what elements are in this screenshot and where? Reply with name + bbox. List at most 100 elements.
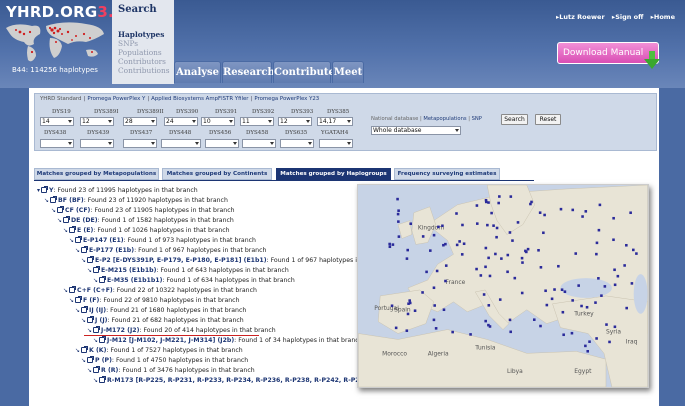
tree-node-label[interactable]: E-M215 (E1b1b) [101, 267, 156, 274]
expand-arrow-icon[interactable]: ↘ [81, 257, 86, 264]
expand-arrow-icon[interactable]: ↘ [63, 287, 68, 294]
haplotype-marker [433, 304, 436, 307]
branch-link-icon[interactable] [87, 256, 95, 263]
tree-node-label[interactable]: IJ (IJ) [89, 307, 106, 314]
branch-link-icon[interactable] [69, 286, 77, 293]
tree-node[interactable]: ↘ R (R): Found 1 of 3476 haplotypes in th… [87, 366, 255, 376]
haplotype-marker [635, 252, 638, 255]
tab-meet[interactable]: Meet [332, 61, 364, 83]
haplotype-marker [612, 216, 615, 220]
branch-link-icon[interactable] [93, 326, 101, 333]
tree-node[interactable]: ↘ E-M35 (E1b1b1): Found 1 of 634 haplotyp… [93, 276, 295, 286]
tree-node-label[interactable]: C+F (C+F) [77, 287, 113, 294]
tree-node-label[interactable]: E-P2 [E-DYS391P, E-P179, E-P180, E-P181]… [95, 257, 267, 264]
branch-link-icon[interactable] [57, 206, 65, 213]
download-manual-button[interactable]: Download Manual [557, 42, 660, 69]
branch-link-icon[interactable] [63, 216, 71, 223]
tab-research[interactable]: Research [222, 61, 275, 83]
tree-node-label[interactable]: J (J) [95, 317, 107, 324]
expand-arrow-icon[interactable]: ▾ [37, 187, 40, 194]
expand-arrow-icon[interactable]: ↘ [87, 267, 92, 274]
tree-node[interactable]: ↘ F (F): Found 22 of 9810 haplotypes in t… [69, 296, 240, 306]
tree-node-label[interactable]: CF (CF) [65, 207, 90, 214]
branch-link-icon[interactable] [41, 186, 49, 193]
branch-link-icon[interactable] [75, 296, 83, 303]
expand-arrow-icon[interactable]: ↘ [87, 327, 92, 334]
tree-node[interactable]: ↘ E-P147 (E1): Found 1 of 973 haplotypes … [69, 236, 256, 246]
branch-link-icon[interactable] [81, 306, 89, 313]
tree-node-label[interactable]: F (F) [83, 297, 99, 304]
menu-item-contributors[interactable]: Contributors [118, 57, 170, 66]
tree-node-count: : Found 1 of 4750 haplotypes in that bra… [111, 357, 249, 364]
tree-node-label[interactable]: R (R) [101, 367, 118, 374]
haplotype-marker [506, 253, 510, 257]
tree-node[interactable]: ↘ BF (BF): Found 23 of 11920 haplotypes i… [44, 196, 228, 206]
menu-item-contributions[interactable]: Contributions [118, 66, 170, 75]
expand-arrow-icon[interactable]: ↘ [75, 307, 80, 314]
tree-node[interactable]: ↘ E (E): Found 1 of 1026 haplotypes in th… [63, 226, 230, 236]
expand-arrow-icon[interactable]: ↘ [69, 237, 74, 244]
tree-node-label[interactable]: E-P177 (E1b) [89, 247, 134, 254]
tree-node[interactable]: ↘ C+F (C+F): Found 22 of 10322 haplotypes… [63, 286, 257, 296]
tree-node[interactable]: ↘ K (K): Found 1 of 7527 haplotypes in th… [75, 346, 243, 356]
tree-node[interactable]: ↘ J (J): Found 21 of 682 haplotypes in th… [81, 316, 244, 326]
expand-arrow-icon[interactable]: ↘ [57, 217, 62, 224]
tree-node-label[interactable]: J-M172 (J2) [101, 327, 139, 334]
tree-node[interactable]: ↘ P (P): Found 1 of 4750 haplotypes in th… [81, 356, 248, 366]
expand-arrow-icon[interactable]: ↘ [51, 207, 56, 214]
tree-node[interactable]: ↘ J-M12 [J-M102, J-M221, J-M314] (J2b): F… [93, 336, 363, 346]
branch-link-icon[interactable] [69, 226, 77, 233]
tree-node-label[interactable]: E-M35 (E1b1b1) [107, 277, 162, 284]
haplotype-marker [597, 228, 601, 232]
menu-item-snps[interactable]: SNPs [118, 39, 170, 48]
expand-arrow-icon[interactable]: ↘ [63, 227, 68, 234]
expand-arrow-icon[interactable]: ↘ [87, 367, 92, 374]
branch-link-icon[interactable] [87, 316, 95, 323]
tree-node[interactable]: ↘ CF (CF): Found 23 of 11905 haplotypes i… [51, 206, 235, 216]
branch-link-icon[interactable] [99, 376, 107, 383]
tree-node-label[interactable]: E-P147 (E1) [83, 237, 124, 244]
branch-link-icon[interactable] [99, 336, 107, 343]
tree-node[interactable]: ▾ Y: Found 23 of 11995 haplotypes in that… [37, 186, 198, 196]
branch-link-icon[interactable] [87, 356, 95, 363]
sign-off-link[interactable]: ▸Sign off [612, 13, 643, 21]
expand-arrow-icon[interactable]: ↘ [93, 337, 98, 344]
branch-link-icon[interactable] [93, 366, 101, 373]
tree-node[interactable]: ↘ E-P177 (E1b): Found 1 of 967 haplotypes… [75, 246, 266, 256]
haplotype-marker [495, 235, 498, 239]
tree-node-label[interactable]: BF (BF) [58, 197, 84, 204]
menu-item-populations[interactable]: Populations [118, 48, 170, 57]
haplotype-map[interactable]: KingdomFranceSpainPortugalAlgeriaMorocco… [357, 184, 649, 388]
tab-analyse[interactable]: Analyse [174, 61, 221, 83]
tree-node-label[interactable]: E (E) [77, 227, 93, 234]
tree-node-label[interactable]: P (P) [95, 357, 112, 364]
tab-contribute[interactable]: Contribute [273, 61, 335, 83]
user-name-link[interactable]: ▸Lutz Roewer [556, 13, 605, 21]
haplotype-marker [432, 233, 436, 237]
tree-node-label[interactable]: J-M12 [J-M102, J-M221, J-M314] (J2b) [107, 337, 234, 344]
expand-arrow-icon[interactable]: ↘ [69, 297, 74, 304]
tree-node-label[interactable]: K (K) [89, 347, 106, 354]
branch-link-icon[interactable] [99, 276, 107, 283]
tree-node[interactable]: ↘ E-P2 [E-DYS391P, E-P179, E-P180, E-P181… [81, 256, 369, 266]
menu-item-haplotypes[interactable]: Haplotypes [118, 30, 170, 39]
branch-link-icon[interactable] [50, 196, 58, 203]
tree-node[interactable]: ↘ E-M215 (E1b1b): Found 1 of 643 haplotyp… [87, 266, 289, 276]
tree-node[interactable]: ↘ IJ (IJ): Found 21 of 1680 haplotypes in… [75, 306, 246, 316]
haplotype-marker [545, 303, 549, 307]
expand-arrow-icon[interactable]: ↘ [75, 247, 80, 254]
branch-link-icon[interactable] [93, 266, 101, 273]
branch-link-icon[interactable] [81, 246, 89, 253]
expand-arrow-icon[interactable]: ↘ [93, 377, 98, 384]
home-link[interactable]: ▸Home [651, 13, 675, 21]
branch-link-icon[interactable] [75, 236, 83, 243]
branch-link-icon[interactable] [81, 346, 89, 353]
haplotype-marker [432, 318, 436, 322]
expand-arrow-icon[interactable]: ↘ [93, 277, 98, 284]
tree-node-label[interactable]: DE (DE) [71, 217, 98, 224]
expand-arrow-icon[interactable]: ↘ [81, 317, 86, 324]
tree-node[interactable]: ↘ DE (DE): Found 1 of 1582 haplotypes in … [57, 216, 234, 226]
expand-arrow-icon[interactable]: ↘ [81, 357, 86, 364]
expand-arrow-icon[interactable]: ↘ [44, 197, 49, 204]
expand-arrow-icon[interactable]: ↘ [75, 347, 80, 354]
